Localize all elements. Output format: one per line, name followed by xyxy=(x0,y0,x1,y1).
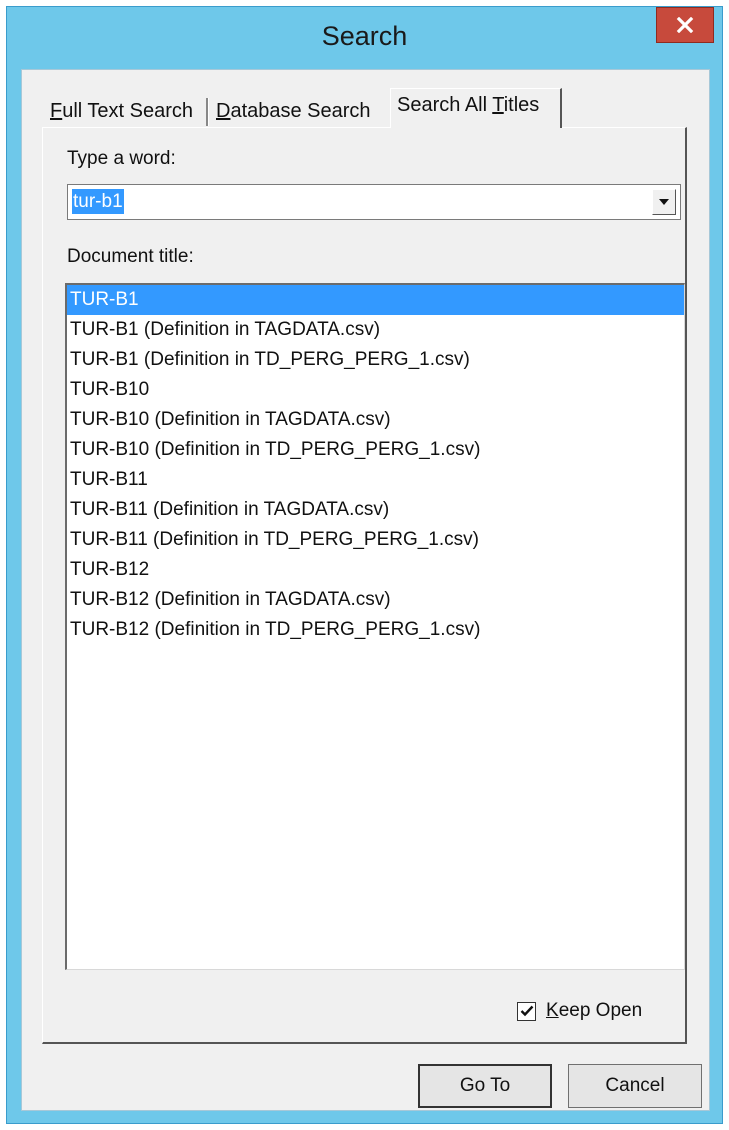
search-dialog: Search Full Text Search Database Search … xyxy=(6,6,723,1124)
search-word-input[interactable]: tur-b1 xyxy=(72,189,124,214)
list-item[interactable]: TUR-B10 (Definition in TAGDATA.csv) xyxy=(67,405,684,435)
search-word-combobox[interactable]: tur-b1 xyxy=(67,184,681,220)
list-item[interactable]: TUR-B11 (Definition in TAGDATA.csv) xyxy=(67,495,684,525)
close-button[interactable] xyxy=(656,7,714,43)
keep-open-option[interactable]: Keep Open xyxy=(517,998,642,1024)
document-title-list[interactable]: TUR-B1 TUR-B1 (Definition in TAGDATA.csv)… xyxy=(65,283,685,970)
type-word-label: Type a word: xyxy=(67,148,176,169)
list-item[interactable]: TUR-B10 xyxy=(67,375,684,405)
list-item[interactable]: TUR-B10 (Definition in TD_PERG_PERG_1.cs… xyxy=(67,435,684,465)
list-item[interactable]: TUR-B11 xyxy=(67,465,684,495)
tab-search-all-titles[interactable]: Search All Titles xyxy=(390,88,562,128)
chevron-down-icon xyxy=(659,199,669,205)
dropdown-button[interactable] xyxy=(652,189,676,215)
tab-full-text-search[interactable]: Full Text Search xyxy=(44,94,206,128)
list-item[interactable]: TUR-B1 xyxy=(67,285,684,315)
keep-open-checkbox[interactable] xyxy=(517,1001,536,1021)
dialog-body: Full Text Search Database Search Search … xyxy=(21,69,710,1111)
cancel-button[interactable]: Cancel xyxy=(568,1064,702,1108)
list-item[interactable]: TUR-B1 (Definition in TD_PERG_PERG_1.csv… xyxy=(67,345,684,375)
list-item[interactable]: TUR-B1 (Definition in TAGDATA.csv) xyxy=(67,315,684,345)
tab-separator xyxy=(206,98,208,126)
close-icon xyxy=(676,17,694,33)
document-title-label: Document title: xyxy=(67,246,194,267)
tab-database-search[interactable]: Database Search xyxy=(210,94,386,128)
list-item[interactable]: TUR-B12 (Definition in TAGDATA.csv) xyxy=(67,585,684,615)
list-item[interactable]: TUR-B12 xyxy=(67,555,684,585)
tab-panel-search-all-titles: Type a word: tur-b1 Document title: TUR-… xyxy=(42,127,687,1044)
list-item[interactable]: TUR-B11 (Definition in TD_PERG_PERG_1.cs… xyxy=(67,525,684,555)
list-item[interactable]: TUR-B12 (Definition in TD_PERG_PERG_1.cs… xyxy=(67,615,684,645)
check-icon xyxy=(520,1005,534,1017)
title-bar[interactable]: Search xyxy=(7,7,722,69)
go-to-button[interactable]: Go To xyxy=(418,1064,552,1108)
window-title: Search xyxy=(321,21,408,51)
keep-open-label[interactable]: Keep Open xyxy=(546,1000,642,1022)
